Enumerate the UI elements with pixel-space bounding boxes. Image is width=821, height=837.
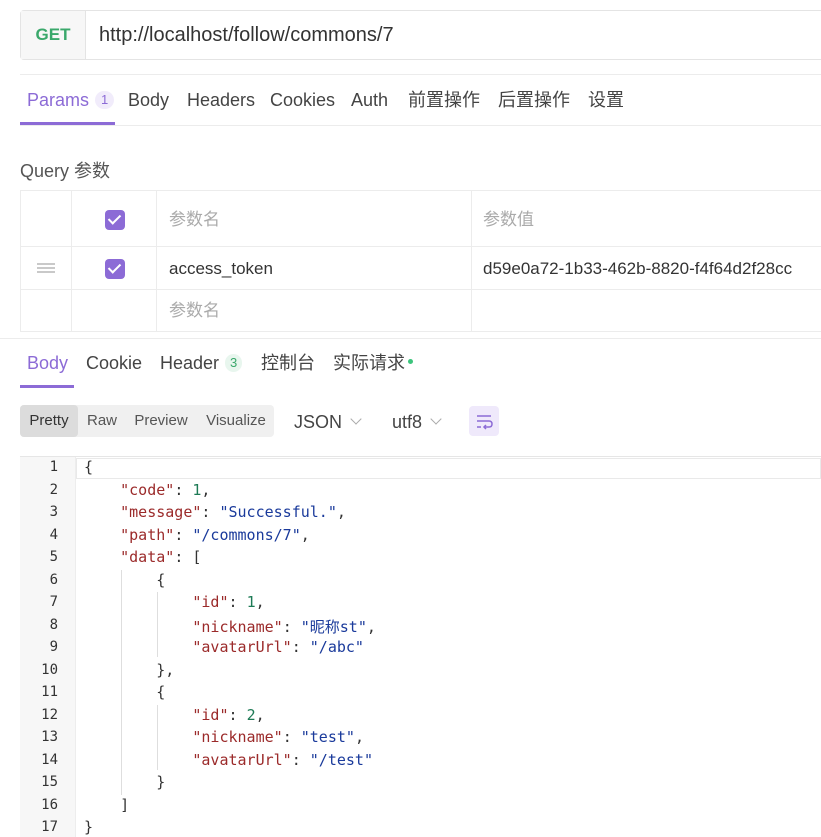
view-mode-preview[interactable]: Preview	[131, 405, 191, 437]
code-line: "path": "/commons/7",	[120, 525, 310, 544]
param-name-header: 参数名	[169, 210, 220, 229]
tab-post-actions[interactable]: 后置操作	[498, 88, 570, 112]
table-row	[20, 246, 72, 290]
table-cell	[71, 190, 157, 247]
tab-cookies[interactable]: Cookies	[270, 88, 335, 112]
line-number: 16	[41, 796, 58, 813]
line-number: 4	[49, 526, 58, 543]
code-line: "nickname": "昵称st",	[192, 617, 376, 636]
new-param-value-cell[interactable]	[471, 289, 821, 332]
word-wrap-icon	[477, 415, 493, 430]
line-number: 11	[41, 684, 58, 700]
status-dot-icon	[408, 359, 413, 364]
view-mode-visualize[interactable]: Visualize	[203, 405, 269, 437]
table-cell	[20, 289, 72, 332]
tab-auth[interactable]: Auth	[351, 88, 388, 112]
code-line: },	[84, 660, 175, 679]
line-number: 13	[41, 729, 58, 745]
url-bar[interactable]: GET http://localhost/follow/commons/7	[20, 10, 821, 60]
table-header-cell: 参数值	[471, 190, 821, 247]
line-number: 12	[41, 706, 58, 723]
divider	[20, 74, 821, 75]
code-line: "data": [	[120, 548, 202, 566]
query-section-title: Query 参数	[20, 161, 111, 181]
format-select[interactable]: JSON	[294, 410, 362, 434]
code-line: "id": 1,	[192, 593, 265, 611]
divider	[20, 125, 821, 126]
response-tab-header[interactable]: Header 3	[160, 351, 243, 375]
query-params-table: 参数名 参数值 access_token d59e0a72-1b33-462b-…	[20, 190, 821, 332]
line-number: 3	[49, 504, 58, 520]
divider	[0, 338, 821, 339]
code-line: {	[84, 570, 166, 589]
url-input[interactable]: http://localhost/follow/commons/7	[99, 11, 394, 59]
code-line: {	[84, 683, 166, 701]
method-select[interactable]: GET	[21, 11, 86, 59]
table-cell	[20, 190, 72, 247]
response-tab-console[interactable]: 控制台	[261, 351, 315, 375]
code-line: "avatarUrl": "/abc"	[192, 638, 364, 656]
response-tab-cookie[interactable]: Cookie	[86, 351, 142, 375]
response-tab-actual-request[interactable]: 实际请求	[333, 351, 413, 375]
code-line: "message": "Successful.",	[120, 503, 346, 521]
param-enabled-checkbox[interactable]	[105, 259, 125, 279]
tab-pre-actions[interactable]: 前置操作	[408, 88, 480, 112]
line-number: 2	[49, 481, 58, 498]
view-mode-switch: Pretty Raw Preview Visualize	[20, 405, 274, 437]
line-number: 6	[49, 571, 58, 588]
code-line: "id": 2,	[192, 705, 265, 724]
line-number: 15	[41, 774, 58, 790]
code-line: {	[84, 458, 94, 476]
drag-handle-icon[interactable]	[37, 263, 55, 273]
line-number: 7	[49, 594, 58, 610]
code-line: "nickname": "test",	[192, 728, 364, 746]
table-cell	[71, 246, 157, 290]
table-header-cell: 参数名	[156, 190, 472, 247]
line-number: 17	[41, 819, 58, 835]
param-name: access_token	[169, 259, 273, 278]
line-number: 1	[49, 459, 58, 475]
param-value: d59e0a72-1b33-462b-8820-f4f64d2f28cc	[483, 259, 793, 278]
tab-settings[interactable]: 设置	[588, 88, 624, 112]
code-line: ]	[84, 795, 130, 814]
tab-headers[interactable]: Headers	[187, 88, 255, 112]
code-line: }	[84, 773, 166, 791]
word-wrap-button[interactable]	[469, 406, 499, 436]
line-number: 8	[49, 616, 58, 633]
chevron-down-icon	[430, 413, 442, 425]
new-param-name-placeholder: 参数名	[169, 301, 220, 320]
header-count-badge: 3	[225, 354, 243, 372]
tab-params[interactable]: Params 1	[27, 88, 115, 112]
params-count-badge: 1	[95, 91, 115, 109]
select-all-checkbox[interactable]	[105, 210, 125, 230]
line-number: 14	[41, 751, 58, 768]
code-line: }	[84, 818, 94, 836]
tab-body[interactable]: Body	[128, 88, 169, 112]
chevron-down-icon	[350, 413, 362, 425]
line-number: 5	[49, 549, 58, 565]
view-mode-pretty[interactable]: Pretty	[20, 405, 78, 437]
active-line-highlight	[76, 458, 821, 479]
encoding-select[interactable]: utf8	[392, 410, 442, 434]
active-tab-indicator	[20, 122, 115, 125]
param-name-cell[interactable]: access_token	[156, 246, 472, 290]
code-line: "code": 1,	[120, 480, 211, 499]
line-number: 9	[49, 639, 58, 655]
new-param-name-cell[interactable]: 参数名	[156, 289, 472, 332]
table-cell	[71, 289, 157, 332]
param-value-header: 参数值	[483, 210, 534, 229]
response-tab-body[interactable]: Body	[27, 351, 68, 375]
line-number: 10	[41, 661, 58, 678]
active-tab-indicator	[20, 385, 74, 388]
code-line: "avatarUrl": "/test"	[192, 750, 373, 769]
param-value-cell[interactable]: d59e0a72-1b33-462b-8820-f4f64d2f28cc	[471, 246, 821, 290]
